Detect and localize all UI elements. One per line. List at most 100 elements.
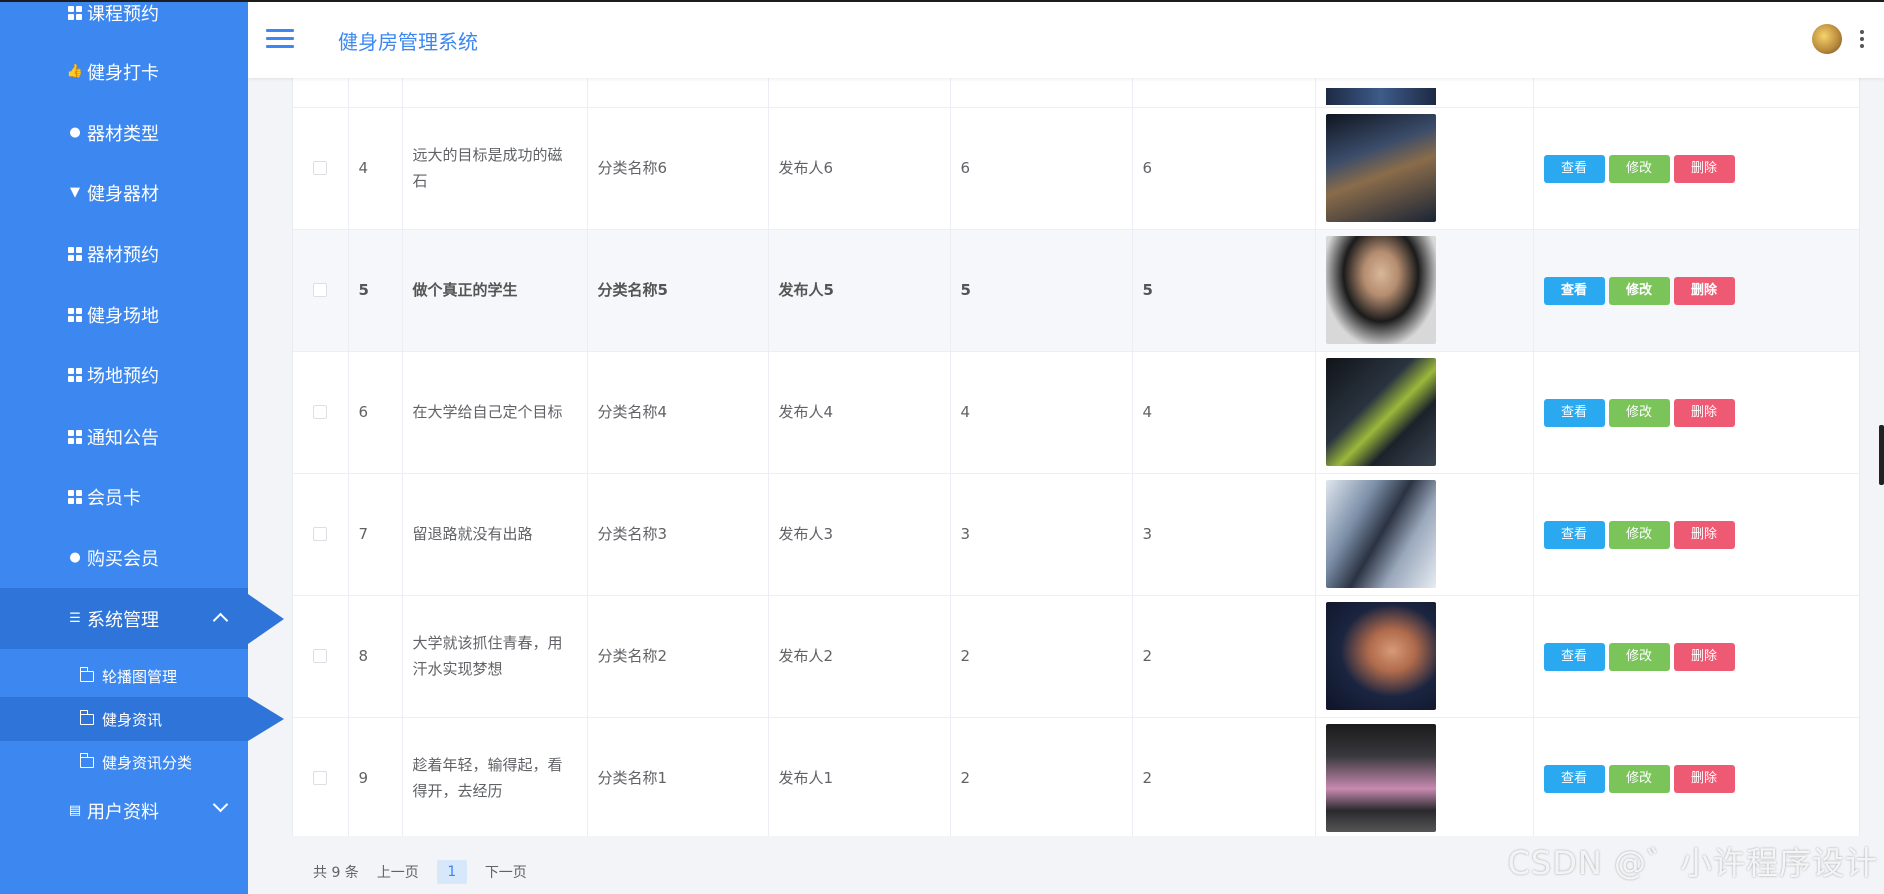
active-submenu-pointer [248,697,284,741]
row-image [1325,602,1436,710]
delete-button[interactable]: 删除 [1673,154,1735,183]
grid-icon [67,307,83,323]
avatar[interactable] [1812,24,1842,54]
row-checkbox[interactable] [313,771,328,785]
pagination: 共 9 条 上一页 1 下一页 [313,860,545,884]
row-publisher: 发布人2 [768,595,951,718]
sidebar-item-label: 场地预约 [87,365,159,387]
sidebar-item-venue-booking[interactable]: 场地预约 [0,344,248,405]
grid-icon [67,5,83,21]
hamburger-icon[interactable] [266,29,294,49]
sidebar-item-venue[interactable]: 健身场地 [0,284,248,345]
sidebar-item-equipment[interactable]: ▼ 健身器材 [0,162,248,223]
table-row: 8 大学就该抓住青春，用汗水实现梦想 分类名称2 发布人2 2 2 查看 修改 删除 [293,595,1859,718]
edit-button[interactable]: 修改 [1608,642,1670,671]
delete-button[interactable]: 删除 [1673,642,1735,671]
row-publisher: 发布人1 [768,717,951,836]
row-checkbox[interactable] [313,649,328,663]
edit-button[interactable]: 修改 [1608,764,1670,793]
sidebar-item-buy-membership[interactable]: ● 购买会员 [0,527,248,588]
sidebar-item-label: 器材类型 [87,123,159,145]
row-publisher: 发布人6 [768,107,951,230]
view-button[interactable]: 查看 [1543,154,1605,183]
row-id: 7 [348,473,403,596]
sidebar: 课程预约 👍 健身打卡 ● 器材类型 ▼ 健身器材 器材预约 健身场地 场地预约… [0,0,248,894]
active-menu-pointer [248,594,284,644]
sidebar-subitem-news-category[interactable]: 健身资讯分类 [0,740,248,784]
table-row-partial [293,78,1859,108]
more-vertical-icon[interactable] [1860,30,1864,50]
row-category: 分类名称6 [587,107,769,230]
view-button[interactable]: 查看 [1543,642,1605,671]
sidebar-item-label: 课程预约 [87,3,159,25]
pin-icon: ▼ [70,185,80,200]
table-row: 5 做个真正的学生 分类名称5 发布人5 5 5 查看 修改 删除 [293,229,1859,352]
row-id: 8 [348,595,403,718]
row-title: 趁着年轻，输得起，看得开，去经历 [402,717,588,836]
next-page-button[interactable]: 下一页 [485,862,527,882]
sidebar-item-user-profile[interactable]: ▤ 用户资料 [0,780,248,841]
sidebar-item-notice[interactable]: 通知公告 [0,406,248,467]
edit-button[interactable]: 修改 [1608,398,1670,427]
sidebar-subitem-fitness-news[interactable]: 健身资讯 [0,697,248,741]
row-publisher: 发布人5 [768,229,951,352]
sidebar-subitem-banner[interactable]: 轮播图管理 [0,654,248,698]
sidebar-subitem-label: 轮播图管理 [102,667,178,686]
row-col5: 3 [950,473,1133,596]
grid-icon [67,489,83,505]
top-header: 健身房管理系统 [248,2,1884,78]
prev-page-button[interactable]: 上一页 [377,862,419,882]
row-id: 4 [348,107,403,230]
row-col5: 6 [950,107,1133,230]
list-icon: ☰ [69,611,81,626]
chevron-down-icon [212,796,229,813]
folder-icon [79,709,94,725]
sidebar-item-course-booking[interactable]: 课程预约 [0,0,248,43]
chevron-up-icon [212,612,229,629]
row-title: 远大的目标是成功的磁石 [402,107,588,230]
row-image [1325,236,1436,344]
view-button[interactable]: 查看 [1543,398,1605,427]
edit-button[interactable]: 修改 [1608,154,1670,183]
row-col6: 6 [1132,107,1316,230]
row-category: 分类名称3 [587,473,769,596]
row-col5: 2 [950,595,1133,718]
row-title: 做个真正的学生 [402,229,588,352]
view-button[interactable]: 查看 [1543,764,1605,793]
grid-icon [67,246,83,262]
row-publisher: 发布人3 [768,473,951,596]
delete-button[interactable]: 删除 [1673,398,1735,427]
edit-button[interactable]: 修改 [1608,520,1670,549]
row-checkbox[interactable] [313,405,328,419]
news-table: 4 远大的目标是成功的磁石 分类名称6 发布人6 6 6 查看 修改 删除 5 做个… [292,78,1860,836]
row-category: 分类名称4 [587,351,769,474]
scrollbar-thumb[interactable] [1879,425,1884,485]
sidebar-item-label: 用户资料 [87,801,159,823]
sidebar-item-system-management[interactable]: ☰ 系统管理 [0,588,248,649]
table-row: 4 远大的目标是成功的磁石 分类名称6 发布人6 6 6 查看 修改 删除 [293,107,1859,230]
view-button[interactable]: 查看 [1543,276,1605,305]
sidebar-item-member-card[interactable]: 会员卡 [0,466,248,527]
row-checkbox[interactable] [313,283,328,297]
sidebar-item-checkin[interactable]: 👍 健身打卡 [0,41,248,102]
thumb-icon: 👍 [66,64,84,79]
table-row: 7 留退路就没有出路 分类名称3 发布人3 3 3 查看 修改 删除 [293,473,1859,596]
sidebar-item-label: 健身打卡 [87,62,159,84]
row-image [1325,480,1436,588]
grid-icon [67,429,83,445]
sidebar-item-equipment-booking[interactable]: 器材预约 [0,223,248,284]
row-checkbox[interactable] [313,161,328,175]
delete-button[interactable]: 删除 [1673,764,1735,793]
row-col5: 2 [950,717,1133,836]
delete-button[interactable]: 删除 [1673,276,1735,305]
sidebar-item-equipment-type[interactable]: ● 器材类型 [0,102,248,163]
edit-button[interactable]: 修改 [1608,276,1670,305]
table-row: 9 趁着年轻，输得起，看得开，去经历 分类名称1 发布人1 2 2 查看 修改 删除 [293,717,1859,836]
row-col5: 5 [950,229,1133,352]
delete-button[interactable]: 删除 [1673,520,1735,549]
view-button[interactable]: 查看 [1543,520,1605,549]
sidebar-item-label: 会员卡 [87,487,141,509]
page-number-current[interactable]: 1 [436,860,467,884]
row-checkbox[interactable] [313,527,328,541]
row-category: 分类名称5 [587,229,769,352]
